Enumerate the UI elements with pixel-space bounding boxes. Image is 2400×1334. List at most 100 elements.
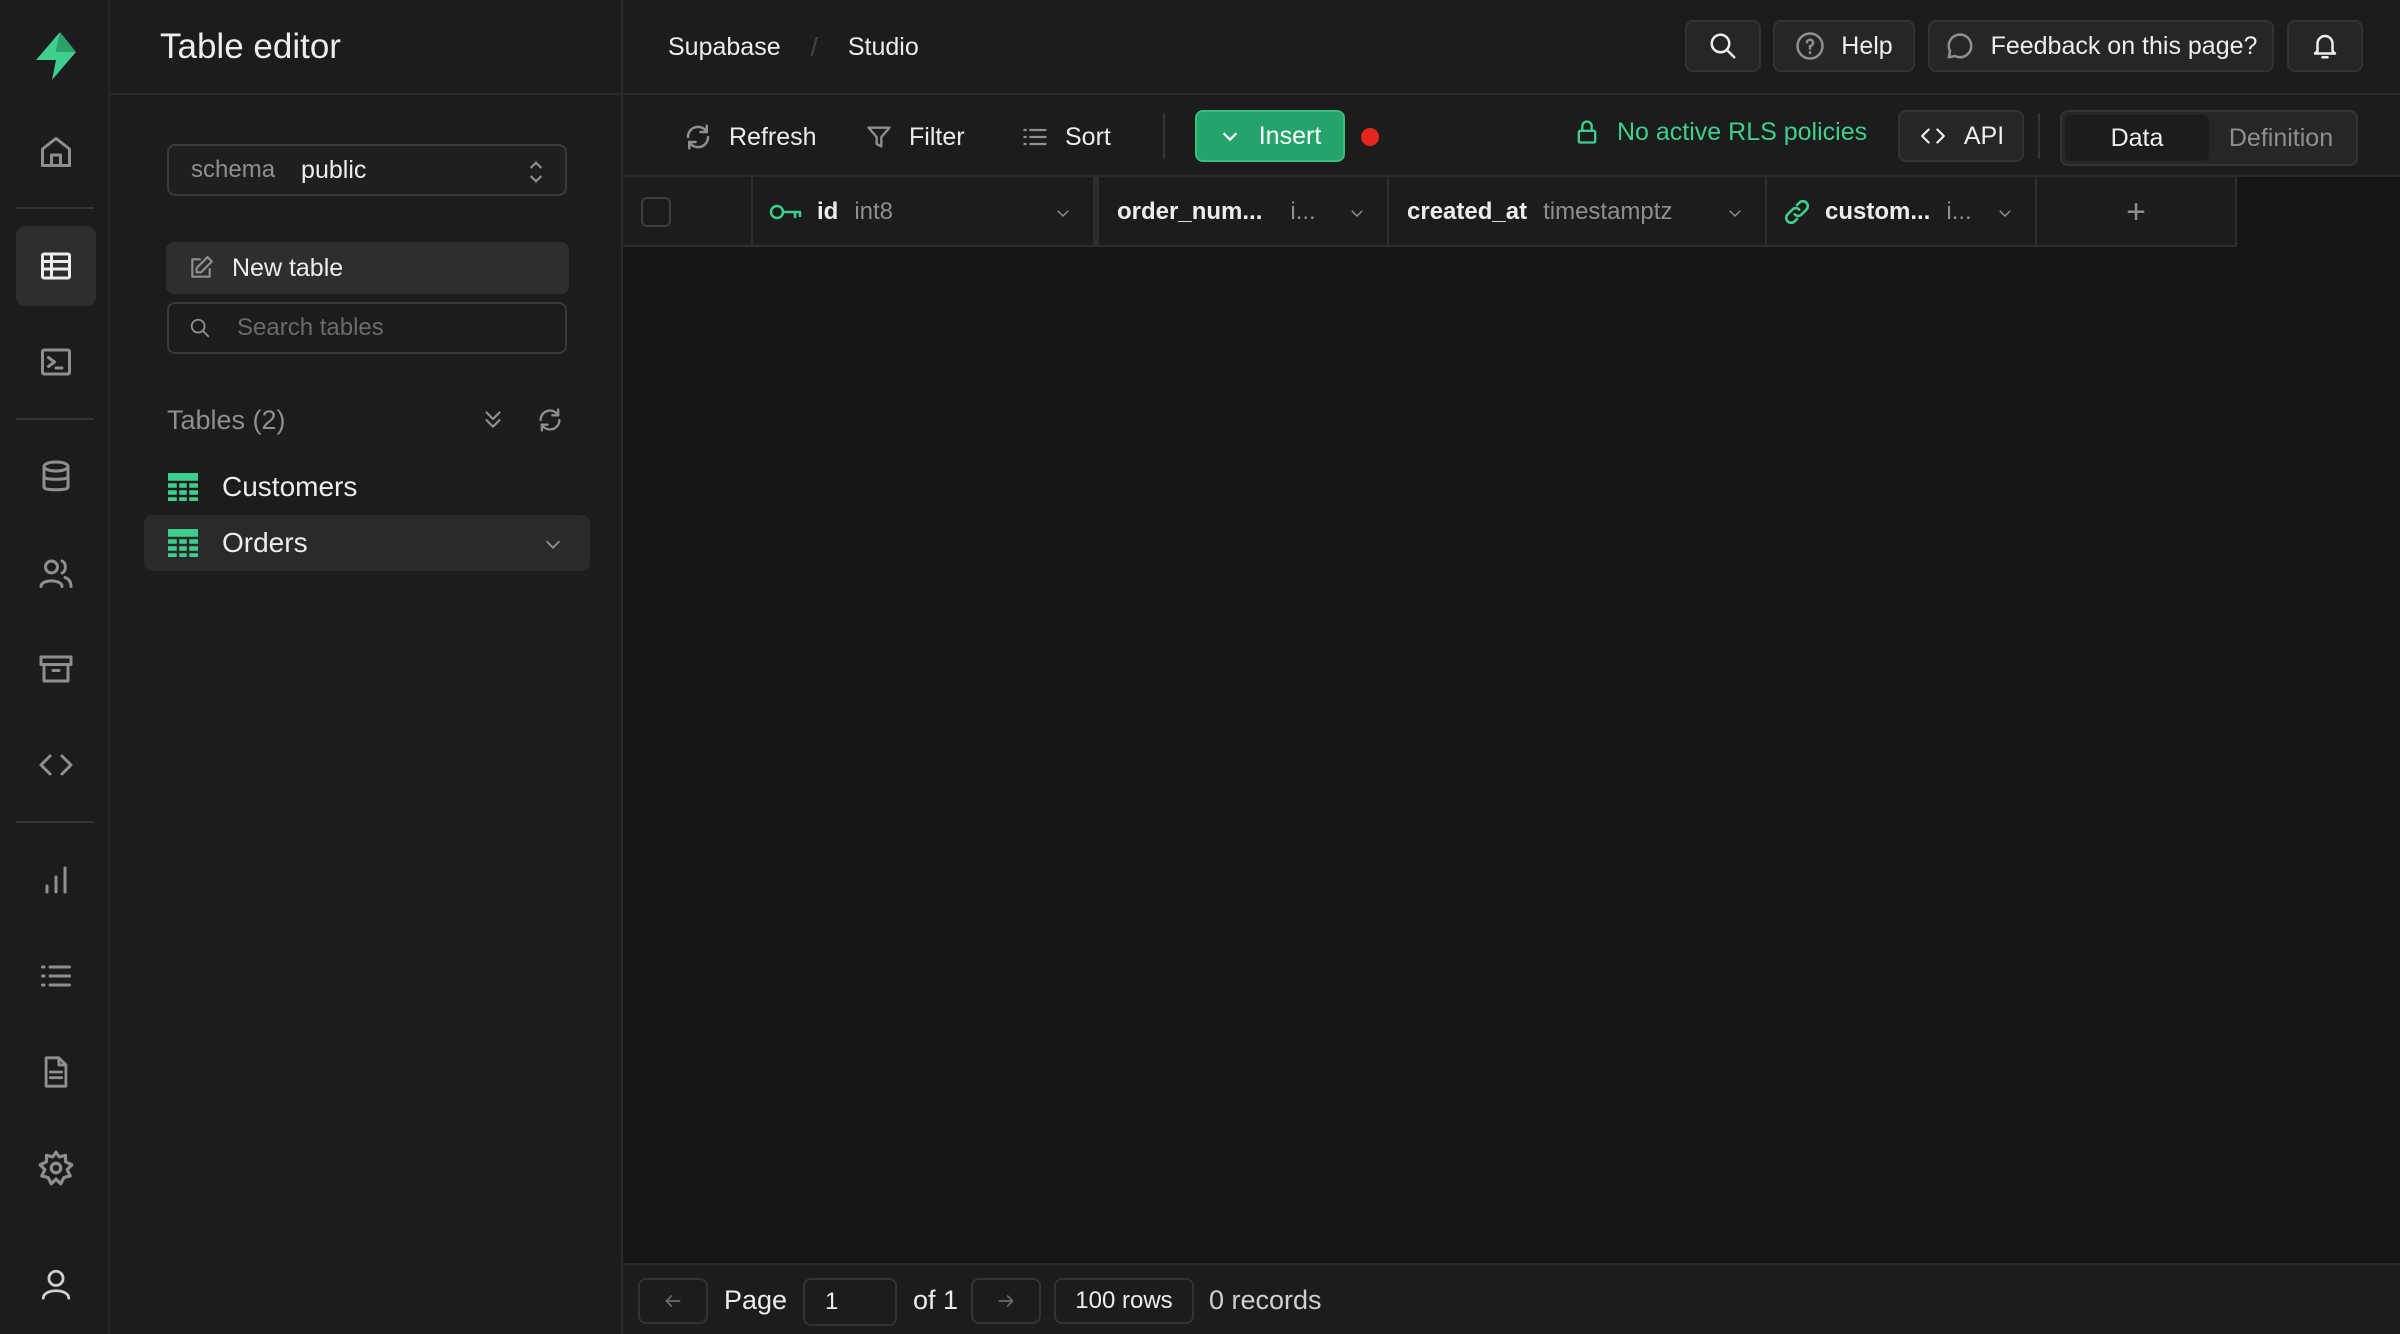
insert-button[interactable]: Insert: [1195, 110, 1345, 162]
search-icon: [190, 318, 210, 338]
sort-icon: [1023, 128, 1047, 146]
select-all-cell: [623, 177, 753, 247]
tables-actions: [480, 406, 564, 434]
supabase-logo[interactable]: [16, 16, 96, 96]
chevron-down-icon[interactable]: [1995, 204, 2015, 222]
help-button[interactable]: Help: [1773, 20, 1915, 72]
breadcrumb-project[interactable]: Studio: [848, 33, 919, 62]
rows-per-page-button[interactable]: 100 rows: [1054, 1278, 1194, 1324]
column-header-customer[interactable]: custom... i...: [1767, 177, 2037, 247]
nav-settings[interactable]: [16, 1128, 96, 1208]
status-indicator-dot: [1361, 128, 1379, 146]
arrow-left-icon: [665, 1295, 681, 1307]
rail-divider: [16, 207, 94, 209]
nav-home[interactable]: [16, 112, 96, 192]
notifications-button[interactable]: [2287, 20, 2363, 72]
rls-policies-link[interactable]: No active RLS policies: [1573, 117, 1867, 147]
collapse-icon[interactable]: [480, 406, 506, 432]
next-page-button[interactable]: [971, 1278, 1041, 1324]
bell-icon: [2313, 34, 2337, 59]
user-icon: [41, 1269, 71, 1300]
add-column-button[interactable]: +: [2037, 177, 2237, 247]
table-item-orders[interactable]: Orders: [144, 515, 590, 571]
sort-label: Sort: [1065, 122, 1111, 151]
schema-label: schema: [191, 156, 276, 183]
nav-storage[interactable]: [16, 629, 96, 709]
grid-header-row: id int8 order_num... i... created_at tim…: [623, 177, 2237, 247]
list-icon: [41, 965, 71, 987]
database-icon: [42, 460, 70, 492]
tab-data[interactable]: Data: [2065, 115, 2209, 161]
rail-divider: [16, 418, 94, 420]
table-editor-panel: Table editor schema public New table Tab…: [110, 0, 623, 1334]
tab-definition[interactable]: Definition: [2209, 115, 2353, 161]
column-name: id: [817, 198, 839, 225]
page-total-label: of 1: [913, 1285, 959, 1315]
chevron-down-icon[interactable]: [1725, 204, 1745, 222]
refresh-icon: [686, 124, 710, 150]
new-table-label: New table: [232, 253, 344, 282]
breadcrumb-org[interactable]: Supabase: [668, 33, 781, 62]
schema-selector[interactable]: schema public: [167, 144, 567, 196]
column-header-id[interactable]: id int8: [753, 177, 1099, 247]
column-type: i...: [1290, 198, 1316, 225]
page-number-input[interactable]: [803, 1278, 897, 1326]
table-grid-icon: [168, 473, 198, 501]
toolbar-divider: [2038, 113, 2040, 159]
nav-database[interactable]: [16, 437, 96, 517]
column-type: timestamptz: [1543, 198, 1673, 225]
link-icon: [1784, 199, 1810, 225]
table-icon: [41, 252, 71, 280]
nav-authentication[interactable]: [16, 533, 96, 613]
data-grid: id int8 order_num... i... created_at tim…: [623, 177, 2400, 1263]
sort-button[interactable]: Sort: [1021, 115, 1111, 159]
nav-account[interactable]: [16, 1244, 96, 1324]
users-icon: [39, 559, 73, 588]
lock-icon: [1577, 120, 1597, 144]
document-icon: [44, 1056, 68, 1088]
column-name: custom...: [1825, 198, 1931, 225]
new-table-button[interactable]: New table: [166, 242, 569, 294]
tables-heading: Tables (2): [167, 405, 286, 435]
filter-button[interactable]: Filter: [865, 115, 965, 159]
key-icon: [769, 204, 802, 220]
archive-icon: [39, 655, 73, 683]
previous-page-button[interactable]: [638, 1278, 708, 1324]
arrow-right-icon: [998, 1295, 1014, 1307]
view-toggle: Data Definition: [2060, 110, 2358, 166]
table-grid-icon: [168, 529, 198, 557]
column-type: i...: [1946, 198, 1972, 225]
table-item-customers[interactable]: Customers: [144, 459, 590, 515]
api-button[interactable]: API: [1898, 110, 2024, 162]
nav-logs[interactable]: [16, 936, 96, 1016]
add-column-plus: +: [2126, 192, 2146, 231]
column-name: order_num...: [1117, 198, 1263, 225]
feedback-button[interactable]: Feedback on this page?: [1928, 20, 2274, 72]
feedback-label: Feedback on this page?: [1990, 31, 2258, 60]
column-header-created-at[interactable]: created_at timestamptz: [1389, 177, 1767, 247]
search-button[interactable]: [1685, 20, 1761, 72]
schema-value: public: [301, 155, 367, 184]
chevron-down-icon[interactable]: [1053, 204, 1073, 222]
refresh-icon[interactable]: [536, 406, 564, 434]
chevron-down-icon[interactable]: [542, 533, 564, 555]
icon-rail: [0, 0, 110, 1334]
refresh-button[interactable]: Refresh: [683, 115, 817, 159]
nav-table-editor[interactable]: [16, 226, 96, 306]
select-all-checkbox[interactable]: [641, 197, 671, 227]
nav-api-docs[interactable]: [16, 1032, 96, 1112]
breadcrumb-separator: /: [810, 32, 818, 62]
search-tables-field[interactable]: [167, 302, 567, 354]
column-header-order-number[interactable]: order_num... i...: [1099, 177, 1389, 247]
chevron-down-icon: [1222, 132, 1237, 142]
grid-footer: Page of 1 100 rows 0 records: [623, 1263, 2400, 1334]
nav-reports[interactable]: [16, 840, 96, 920]
bar-chart-icon: [45, 866, 67, 894]
nav-edge-functions[interactable]: [16, 725, 96, 805]
edit-icon: [191, 256, 213, 278]
nav-sql-editor[interactable]: [16, 322, 96, 402]
supabase-logo-icon: [36, 32, 76, 80]
message-circle-icon: [1947, 33, 1973, 59]
chevron-down-icon[interactable]: [1347, 204, 1367, 222]
search-tables-input[interactable]: [237, 314, 537, 342]
